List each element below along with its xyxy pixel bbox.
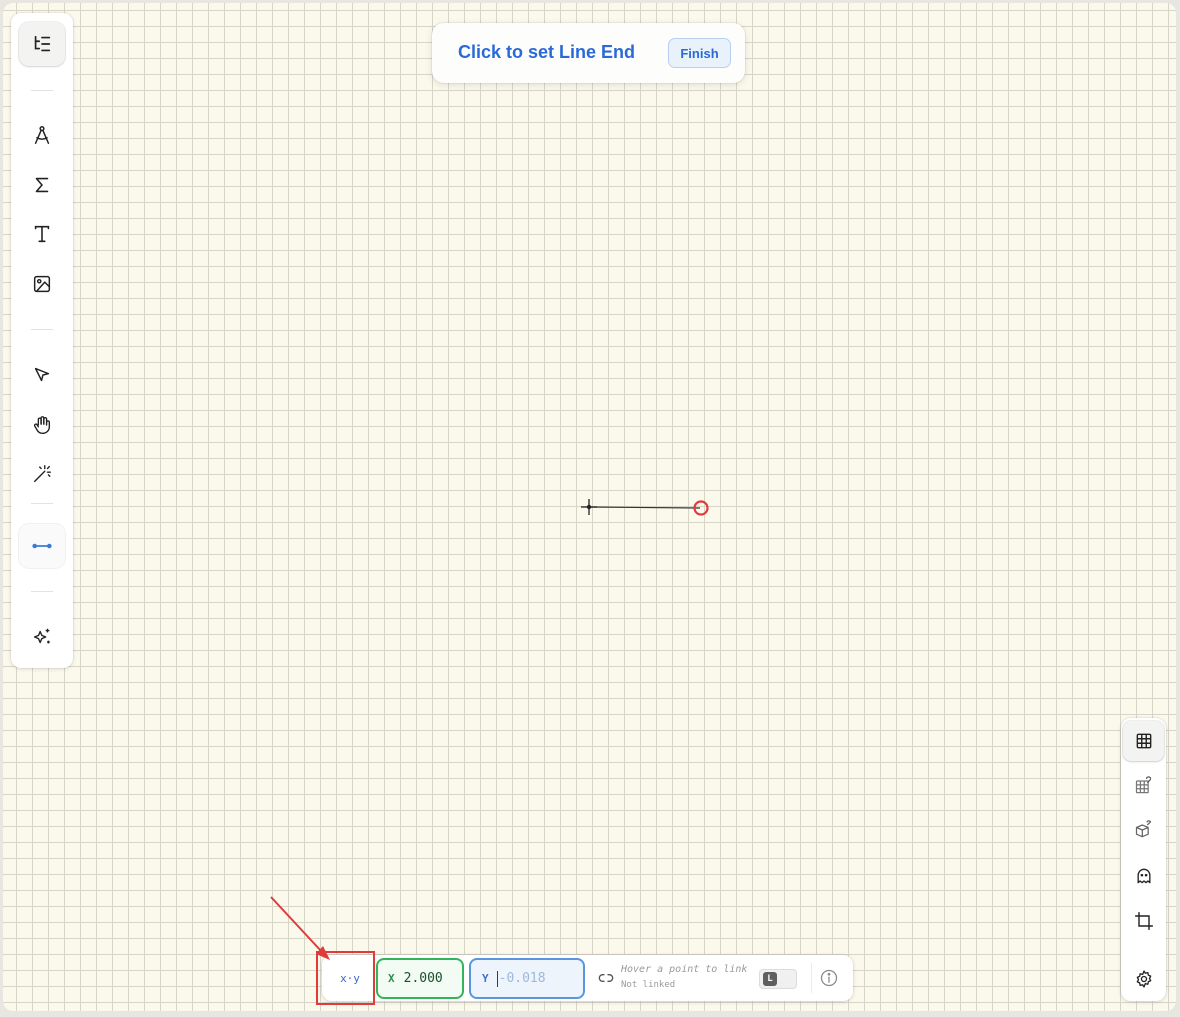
right-toolbar	[1121, 718, 1166, 1001]
x-field-label: X	[388, 972, 395, 985]
line-segment-icon	[32, 543, 52, 549]
crop-button[interactable]	[1123, 901, 1164, 941]
image-icon	[33, 275, 51, 293]
y-field-placeholder: -0.018	[498, 971, 546, 986]
ai-assist-tool[interactable]	[19, 615, 65, 659]
x-coordinate-field[interactable]: X 2.000	[376, 958, 464, 999]
compass-tool[interactable]	[19, 113, 65, 157]
link-status-text: Not linked	[621, 980, 676, 990]
annotation-highlight-box	[316, 951, 375, 1005]
line-start-point[interactable]	[581, 499, 597, 515]
line-segment	[588, 506, 701, 509]
toolbar-divider	[31, 591, 53, 592]
sigma-icon	[35, 177, 49, 193]
toggle-grid-button[interactable]	[1123, 721, 1164, 761]
toolbar-divider	[31, 90, 53, 91]
line-tool[interactable]	[19, 524, 65, 568]
magic-wand-icon	[33, 465, 51, 483]
point-link-section: Hover a point to link Not linked L	[598, 961, 803, 995]
settings-button[interactable]	[1123, 959, 1164, 999]
outline-icon	[34, 35, 51, 52]
settings-icon	[1136, 970, 1151, 988]
crop-icon	[1134, 911, 1153, 931]
finish-button[interactable]: Finish	[668, 38, 731, 68]
grid-snap-icon	[1135, 776, 1151, 794]
info-icon[interactable]	[819, 968, 839, 988]
drawing-layer	[581, 499, 709, 516]
coordinate-input-bar: x·y X 2.000 Y -0.018 Hover a point to li…	[322, 955, 853, 1001]
grid-icon	[1136, 733, 1151, 749]
y-coordinate-field[interactable]: Y -0.018	[469, 958, 585, 999]
toolbar-divider	[31, 503, 53, 504]
ghost-mode-button[interactable]	[1123, 856, 1164, 896]
pan-tool[interactable]	[19, 403, 65, 447]
link-toggle[interactable]: L	[759, 969, 797, 989]
left-toolbar	[11, 13, 73, 668]
magic-tool[interactable]	[19, 452, 65, 496]
link-hint-text: Hover a point to link	[621, 964, 748, 975]
snap-to-objects-button[interactable]	[1123, 810, 1164, 850]
pointer-icon	[34, 367, 50, 382]
snap-to-grid-button[interactable]	[1123, 766, 1164, 806]
image-tool[interactable]	[19, 262, 65, 306]
instruction-banner: Click to set Line End Finish	[432, 23, 745, 83]
text-icon	[34, 225, 50, 243]
y-field-label: Y	[482, 972, 489, 985]
x-field-value: 2.000	[403, 971, 443, 986]
select-tool[interactable]	[19, 353, 65, 397]
hand-icon	[33, 416, 51, 434]
bar-divider	[811, 963, 812, 993]
toolbar-divider	[31, 329, 53, 330]
cube-snap-icon	[1135, 820, 1151, 838]
instruction-text: Click to set Line End	[458, 42, 636, 62]
outline-button[interactable]	[19, 22, 65, 66]
text-tool[interactable]	[19, 212, 65, 256]
text-caret	[496, 970, 498, 987]
compass-icon	[34, 126, 50, 144]
link-shortcut-key: L	[763, 972, 777, 986]
link-icon	[598, 974, 614, 982]
ghost-icon	[1137, 868, 1150, 884]
formula-tool[interactable]	[19, 163, 65, 207]
sparkles-icon	[33, 628, 50, 644]
